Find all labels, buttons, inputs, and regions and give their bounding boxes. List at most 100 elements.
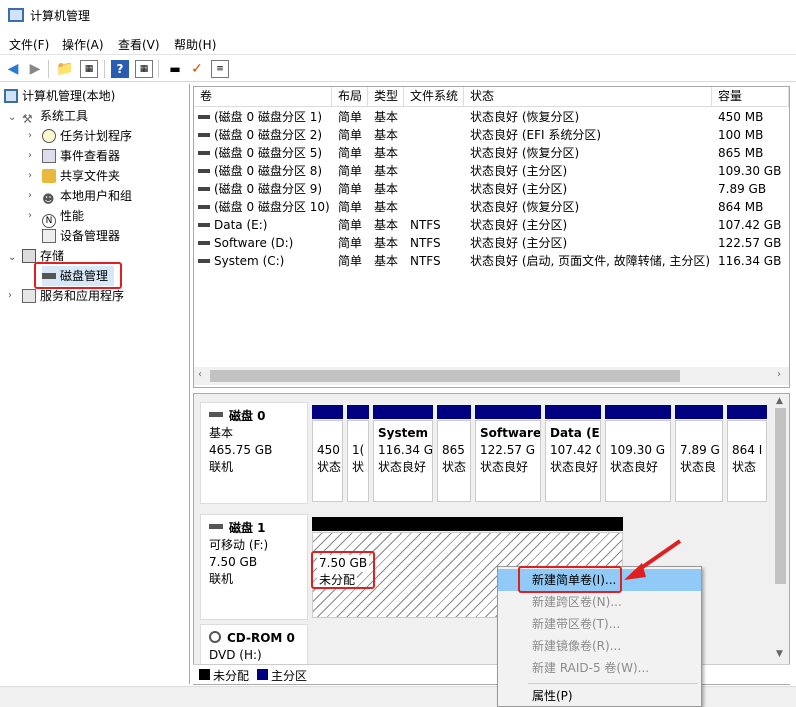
table-row[interactable]: (磁盘 0 磁盘分区 8) 简单 基本 状态良好 (主分区) 109.30 GB bbox=[194, 162, 784, 180]
table-row[interactable]: (磁盘 0 磁盘分区 10) 简单 基本 状态良好 (恢复分区) 864 MB bbox=[194, 198, 784, 216]
volume-icon bbox=[198, 205, 210, 209]
table-row[interactable]: Data (E:) 简单 基本 NTFS 状态良好 (主分区) 107.42 GB bbox=[194, 216, 784, 234]
partition-status: 状态 bbox=[442, 460, 467, 474]
disk0-partition[interactable]: 109.30 G 状态良好 bbox=[605, 420, 671, 502]
table-cell: 基本 bbox=[374, 218, 399, 232]
disk0-partition[interactable]: System 116.34 G 状态良好 bbox=[373, 420, 433, 502]
tree-event-viewer[interactable]: 事件查看器 bbox=[42, 146, 120, 166]
menu-action[interactable]: 操作(A) bbox=[62, 36, 104, 53]
show-hide-tree-icon[interactable]: ▦ bbox=[80, 60, 98, 78]
forward-icon[interactable]: ▶ bbox=[26, 60, 44, 78]
cdrom-info[interactable]: CD-ROM 0 DVD (H:) bbox=[200, 624, 308, 666]
disk0-size: 465.75 GB bbox=[209, 443, 273, 457]
volume-icon bbox=[198, 259, 210, 263]
table-cell: 状态良好 (EFI 系统分区) bbox=[470, 128, 602, 142]
table-cell: 简单 bbox=[338, 128, 363, 142]
scroll-right-icon[interactable]: › bbox=[777, 369, 781, 380]
table-row[interactable]: System (C:) 简单 基本 NTFS 状态良好 (启动, 页面文件, 故障转储,… bbox=[194, 252, 784, 270]
tree-root[interactable]: 计算机管理(本地) bbox=[4, 86, 115, 106]
chevron-right-icon[interactable]: › bbox=[8, 290, 12, 301]
tree-shared-folders[interactable]: 共享文件夹 bbox=[42, 166, 120, 186]
up-folder-icon[interactable]: 📁 bbox=[56, 60, 74, 78]
partition-bar bbox=[437, 405, 471, 419]
vertical-scrollbar[interactable]: ▲ ▼ bbox=[772, 394, 789, 664]
chevron-right-icon[interactable]: › bbox=[28, 170, 32, 181]
horizontal-scrollbar[interactable]: ‹ › bbox=[194, 367, 789, 385]
list-icon[interactable]: ≡ bbox=[211, 60, 229, 78]
disk0-partition[interactable]: 7.89 G 状态良 bbox=[675, 420, 723, 502]
col-header-capacity[interactable]: 容量 bbox=[712, 87, 789, 107]
table-cell: NTFS bbox=[410, 218, 441, 232]
disk0-partition[interactable]: 1(状 bbox=[347, 420, 369, 502]
partition-status: 状态良好 bbox=[610, 460, 659, 474]
table-cell: 基本 bbox=[374, 254, 399, 268]
menu-file[interactable]: 文件(F) bbox=[9, 36, 49, 53]
chevron-right-icon[interactable]: › bbox=[28, 210, 32, 221]
disk0-partition[interactable]: Data (E 107.42 G 状态良好 bbox=[545, 420, 601, 502]
chevron-right-icon[interactable]: › bbox=[28, 190, 32, 201]
table-row[interactable]: (磁盘 0 磁盘分区 1) 简单 基本 状态良好 (恢复分区) 450 MB bbox=[194, 108, 784, 126]
partition-bar bbox=[727, 405, 767, 419]
tree-services-apps[interactable]: 服务和应用程序 bbox=[22, 286, 124, 306]
disk0-info[interactable]: 磁盘 0 基本 465.75 GB 联机 bbox=[200, 402, 308, 504]
help-icon[interactable]: ? bbox=[111, 60, 129, 78]
disk-icon bbox=[209, 412, 223, 417]
scroll-left-icon[interactable]: ‹ bbox=[198, 369, 202, 380]
properties-icon[interactable]: ▦ bbox=[135, 60, 153, 78]
scrollbar-thumb[interactable] bbox=[210, 370, 680, 382]
tree-device-manager[interactable]: 设备管理器 bbox=[42, 226, 120, 246]
cdrom-icon bbox=[209, 631, 221, 643]
menu-properties[interactable]: 属性(P) bbox=[498, 685, 701, 707]
table-cell: 状态良好 (恢复分区) bbox=[470, 110, 580, 124]
col-header-layout[interactable]: 布局 bbox=[332, 87, 368, 107]
table-row[interactable]: (磁盘 0 磁盘分区 9) 简单 基本 状态良好 (主分区) 7.89 GB bbox=[194, 180, 784, 198]
tree-performance[interactable]: N 性能 bbox=[42, 206, 84, 228]
disk0-partition[interactable]: 864 I 状态 bbox=[727, 420, 767, 502]
partition-size: 109.30 G bbox=[610, 443, 666, 457]
cdrom-type: DVD (H:) bbox=[209, 648, 262, 662]
disk0-partition[interactable]: 865 状态 bbox=[437, 420, 471, 502]
menu-new-mirrored-volume[interactable]: 新建镜像卷(R)... bbox=[498, 635, 701, 657]
scroll-up-icon[interactable]: ▲ bbox=[776, 396, 783, 406]
disk1-info[interactable]: 磁盘 1 可移动 (F:) 7.50 GB 联机 bbox=[200, 514, 308, 620]
col-header-volume[interactable]: 卷 bbox=[194, 87, 332, 107]
scroll-down-icon[interactable]: ▼ bbox=[776, 649, 783, 659]
title-bar: 计算机管理 bbox=[0, 0, 796, 32]
annotation-box-unallocated bbox=[311, 551, 375, 589]
back-icon[interactable]: ◀ bbox=[4, 60, 22, 78]
menu-view[interactable]: 查看(V) bbox=[118, 36, 160, 53]
shared-folder-icon bbox=[42, 169, 56, 183]
disk0-partition[interactable]: Software 122.57 G 状态良好 bbox=[475, 420, 541, 502]
annotation-arrow bbox=[624, 539, 682, 580]
tree-root-label: 计算机管理(本地) bbox=[22, 89, 116, 103]
chevron-right-icon[interactable]: › bbox=[28, 150, 32, 161]
check-icon[interactable]: ✓ bbox=[188, 60, 206, 78]
col-header-type[interactable]: 类型 bbox=[368, 87, 404, 107]
tree-local-users[interactable]: ☻ 本地用户和组 bbox=[42, 186, 132, 206]
menu-new-raid5-volume[interactable]: 新建 RAID-5 卷(W)... bbox=[498, 657, 701, 679]
table-cell: 450 MB bbox=[718, 110, 764, 124]
col-header-filesystem[interactable]: 文件系统 bbox=[404, 87, 464, 107]
partition-bar bbox=[373, 405, 433, 419]
menu-new-striped-volume[interactable]: 新建带区卷(T)... bbox=[498, 613, 701, 635]
scrollbar-thumb[interactable] bbox=[775, 408, 786, 584]
tools-icon: ⚒ bbox=[22, 112, 33, 126]
menu-help[interactable]: 帮助(H) bbox=[174, 36, 216, 53]
col-header-status[interactable]: 状态 bbox=[464, 87, 712, 107]
chevron-down-icon[interactable]: ⌄ bbox=[8, 112, 16, 123]
toolbar-separator bbox=[158, 60, 159, 78]
tree-task-scheduler[interactable]: 任务计划程序 bbox=[42, 126, 132, 146]
table-row[interactable]: Software (D:) 简单 基本 NTFS 状态良好 (主分区) 122.57 GB bbox=[194, 234, 784, 252]
table-cell: 状态良好 (启动, 页面文件, 故障转储, 主分区) bbox=[470, 254, 711, 268]
partition-bar bbox=[675, 405, 723, 419]
disk0-partition[interactable]: 450 状态 bbox=[312, 420, 343, 502]
menu-new-spanned-volume[interactable]: 新建跨区卷(N)... bbox=[498, 591, 701, 613]
connect-icon[interactable]: ▬ bbox=[166, 60, 184, 78]
partition-size: 116.34 G bbox=[378, 443, 433, 457]
chevron-right-icon[interactable]: › bbox=[28, 130, 32, 141]
chevron-down-icon[interactable]: ⌄ bbox=[8, 252, 16, 263]
tree-system-tools[interactable]: ⚒ 系统工具 bbox=[22, 106, 88, 126]
table-row[interactable]: (磁盘 0 磁盘分区 2) 简单 基本 状态良好 (EFI 系统分区) 100 MB bbox=[194, 126, 784, 144]
table-row[interactable]: (磁盘 0 磁盘分区 5) 简单 基本 状态良好 (恢复分区) 865 MB bbox=[194, 144, 784, 162]
partition-label bbox=[442, 425, 466, 442]
